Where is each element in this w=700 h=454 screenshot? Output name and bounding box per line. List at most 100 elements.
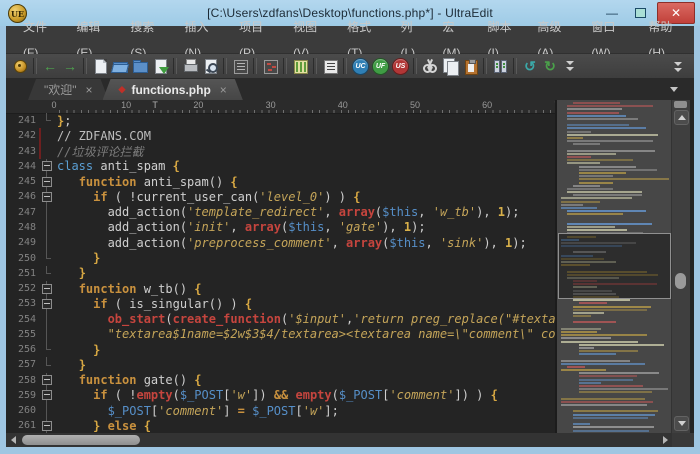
code-line[interactable]: 246 if ( !current_user_can('level_0') ) … (6, 189, 555, 204)
line-number[interactable]: 256 (6, 344, 39, 355)
fold-column[interactable] (39, 418, 55, 433)
line-number[interactable]: 247 (6, 207, 39, 218)
ultracompare-icon[interactable]: UC (351, 57, 369, 75)
code-line[interactable]: 259 if ( !empty($_POST['w']) && empty($_… (6, 388, 555, 403)
line-number[interactable]: 253 (6, 298, 39, 309)
code-line[interactable]: 258 function gate() { (6, 373, 555, 388)
code-line[interactable]: 252 function w_tb() { (6, 281, 555, 296)
code-line[interactable]: 245 function anti_spam() { (6, 174, 555, 189)
fold-column[interactable] (39, 281, 55, 296)
code-line[interactable]: 249 add_action('preprocess_comment', arr… (6, 235, 555, 250)
code-line[interactable]: 261 } else { (6, 418, 555, 433)
line-number[interactable]: 245 (6, 176, 39, 187)
map-scroll-up-icon[interactable] (674, 110, 689, 125)
fold-column[interactable] (39, 159, 55, 174)
code-line[interactable]: 256 } (6, 342, 555, 357)
fold-column[interactable] (39, 373, 55, 388)
open-file-icon[interactable] (111, 57, 129, 75)
seal-icon[interactable] (11, 57, 29, 75)
line-number[interactable]: 252 (6, 283, 39, 294)
copy-icon[interactable] (441, 57, 459, 75)
ultrasentry-icon[interactable]: US (391, 57, 409, 75)
line-list-icon[interactable] (321, 57, 339, 75)
tab-list-dropdown-icon[interactable] (667, 83, 681, 95)
redo-icon[interactable]: ↻ (541, 57, 559, 75)
code-line[interactable]: 260 $_POST['comment'] = $_POST['w']; (6, 403, 555, 418)
code-line[interactable]: 250 } (6, 250, 555, 265)
line-number[interactable]: 259 (6, 390, 39, 401)
line-number[interactable]: 251 (6, 268, 39, 279)
fold-toggle-icon[interactable] (42, 299, 52, 309)
code-line[interactable]: 243//垃圾评论拦截 (6, 144, 555, 159)
code-line[interactable]: 247 add_action('template_redirect', arra… (6, 205, 555, 220)
code-line[interactable]: 248 add_action('init', array($this, 'gat… (6, 220, 555, 235)
map-scrollbar-thumb[interactable] (675, 273, 686, 289)
code-pane[interactable]: 241};242// ZDFANS.COM243//垃圾评论拦截244class… (6, 113, 555, 433)
line-number[interactable]: 261 (6, 420, 39, 431)
line-number[interactable]: 242 (6, 130, 39, 141)
fold-toggle-icon[interactable] (42, 161, 52, 171)
code-line[interactable]: 242// ZDFANS.COM (6, 128, 555, 143)
find-in-files-icon[interactable] (261, 57, 279, 75)
document-map-viewport[interactable] (558, 233, 671, 299)
undo-icon[interactable]: ↺ (521, 57, 539, 75)
line-number[interactable]: 244 (6, 161, 39, 172)
forward-icon[interactable]: → (61, 57, 79, 75)
properties-icon[interactable] (231, 57, 249, 75)
fold-toggle-icon[interactable] (42, 192, 52, 202)
code-line[interactable]: 257 } (6, 357, 555, 372)
print-preview-icon[interactable] (201, 57, 219, 75)
map-scroll-down-icon[interactable] (674, 416, 689, 431)
code-line[interactable]: 241}; (6, 113, 555, 128)
line-number[interactable]: 241 (6, 115, 39, 126)
paste-icon[interactable] (461, 57, 479, 75)
tab-functions.php[interactable]: ◆functions.php× (103, 79, 243, 100)
scroll-left-icon[interactable] (6, 433, 20, 447)
line-number[interactable]: 243 (6, 146, 39, 157)
toolbar-overflow-right-icon[interactable] (669, 58, 687, 76)
code-line[interactable]: 251 } (6, 266, 555, 281)
column-mode-icon[interactable] (291, 57, 309, 75)
fold-column[interactable] (39, 174, 55, 189)
tab-close-icon[interactable]: × (86, 83, 93, 97)
compare-icon[interactable] (491, 57, 509, 75)
fold-column[interactable] (39, 388, 55, 403)
fold-toggle-icon[interactable] (42, 421, 52, 431)
back-icon[interactable]: ← (41, 57, 59, 75)
line-number[interactable]: 257 (6, 359, 39, 370)
hscroll-thumb[interactable] (22, 435, 140, 445)
fold-toggle-icon[interactable] (42, 284, 52, 294)
code-line[interactable]: 244class anti_spam { (6, 159, 555, 174)
code-line[interactable]: 253 if ( is_singular() ) { (6, 296, 555, 311)
toolbar-overflow-icon[interactable] (561, 57, 579, 75)
fold-toggle-icon[interactable] (42, 375, 52, 385)
line-number[interactable]: 246 (6, 191, 39, 202)
code-line[interactable]: 255 "textarea$1name=$2w$3$4/textarea><te… (6, 327, 555, 342)
tab-close-icon[interactable]: × (220, 83, 227, 97)
download-file-icon[interactable] (151, 57, 169, 75)
line-number[interactable]: 258 (6, 375, 39, 386)
new-file-icon[interactable] (91, 57, 109, 75)
document-map-scrollbar[interactable] (671, 100, 690, 433)
code-line[interactable]: 254 ob_start(create_function('$input','r… (6, 311, 555, 326)
code-text: "textarea$1name=$2w$3$4/textarea><textar… (55, 327, 555, 341)
fold-column[interactable] (39, 296, 55, 311)
line-number[interactable]: 255 (6, 329, 39, 340)
line-number[interactable]: 254 (6, 314, 39, 325)
line-number[interactable]: 248 (6, 222, 39, 233)
fold-toggle-icon[interactable] (42, 390, 52, 400)
horizontal-scrollbar[interactable] (6, 433, 694, 447)
scroll-right-icon[interactable] (658, 433, 672, 447)
document-map[interactable] (557, 100, 690, 433)
fold-column[interactable] (39, 189, 55, 204)
cut-icon[interactable] (421, 57, 439, 75)
folder-icon[interactable] (131, 57, 149, 75)
ultrafinder-icon[interactable]: UF (371, 57, 389, 75)
line-number[interactable]: 260 (6, 405, 39, 416)
line-number[interactable]: 249 (6, 237, 39, 248)
tab-[interactable]: "欢迎"× (28, 79, 109, 100)
hscroll-track[interactable] (6, 433, 672, 447)
print-icon[interactable] (181, 57, 199, 75)
line-number[interactable]: 250 (6, 253, 39, 264)
fold-toggle-icon[interactable] (42, 177, 52, 187)
